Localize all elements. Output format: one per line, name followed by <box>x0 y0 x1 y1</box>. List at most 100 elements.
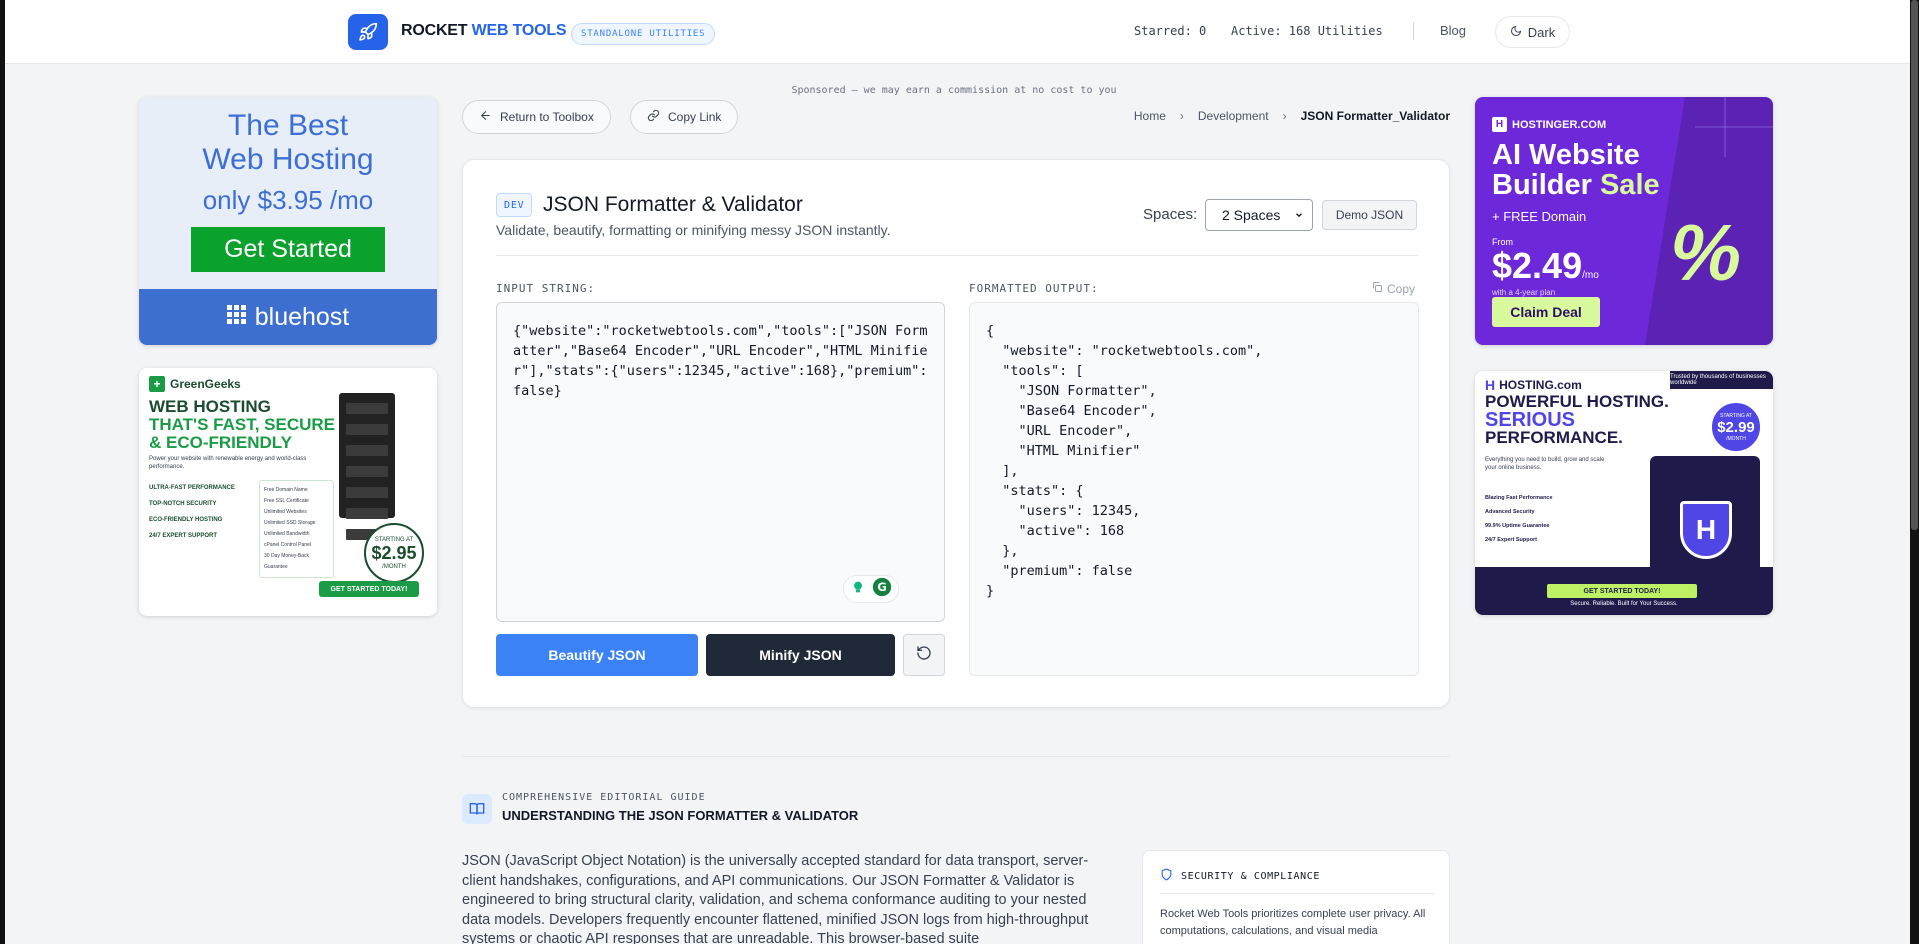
category-badge: DEV <box>496 193 533 217</box>
brand-name[interactable]: ROCKET WEB TOOLS <box>401 22 567 40</box>
security-divider <box>1160 893 1434 894</box>
scrollbar-thumb[interactable] <box>1911 0 1918 530</box>
svg-text:G: G <box>877 580 887 594</box>
book-icon <box>462 794 492 824</box>
input-label: INPUT STRING: <box>496 282 596 295</box>
greengeeks-plan-item: cPanel Control Panel <box>264 542 311 548</box>
greengeeks-plan-item: Free SSL Certificate <box>264 498 309 504</box>
grid-icon <box>226 303 247 332</box>
beautify-json-button[interactable]: Beautify JSON <box>496 634 698 676</box>
security-card: SECURITY & COMPLIANCE Rocket Web Tools p… <box>1142 850 1450 944</box>
hostingcom-brand-name: HOSTING.com <box>1499 378 1582 392</box>
security-title: SECURITY & COMPLIANCE <box>1181 870 1321 882</box>
greengeeks-brand-name: GreenGeeks <box>170 377 241 391</box>
hostingcom-features: Blazing Fast Performance Advanced Securi… <box>1485 491 1635 547</box>
greengeeks-headline-3: & ECO-FRIENDLY <box>149 433 292 452</box>
hostinger-plan: with a 4-year plan <box>1492 288 1556 297</box>
greengeeks-brand: + GreenGeeks <box>149 376 241 392</box>
greengeeks-plan-item: Unlimited Websites <box>264 509 307 515</box>
security-title-row: SECURITY & COMPLIANCE <box>1160 868 1320 884</box>
bluehost-ad[interactable]: The Best Web Hosting only $3.95 /mo Get … <box>139 97 437 345</box>
dark-mode-label: Dark <box>1527 24 1556 40</box>
copy-link-button[interactable]: Copy Link <box>630 100 739 134</box>
spaces-select[interactable]: 2 Spaces <box>1205 199 1313 231</box>
bluehost-headline: The Best Web Hosting <box>139 109 437 177</box>
hostinger-brand-name: HOSTINGER.COM <box>1512 118 1607 131</box>
tool-subtitle: Validate, beautify, formatting or minify… <box>496 222 891 238</box>
bluehost-brand: bluehost <box>254 302 350 331</box>
bluehost-headline-line1: The Best <box>227 109 349 142</box>
arrow-left-icon <box>479 109 492 125</box>
hostinger-per: /mo <box>1582 270 1599 281</box>
guide-title: UNDERSTANDING THE JSON FORMATTER & VALID… <box>502 808 859 823</box>
json-input-textarea[interactable]: {"website":"rocketwebtools.com","tools":… <box>496 302 945 622</box>
greengeeks-plan-item: Unlimited Bandwidth <box>264 531 310 537</box>
active-count: Active: 168 Utilities <box>1231 24 1383 38</box>
hostingcom-headline-3: PERFORMANCE. <box>1485 428 1623 447</box>
hostingcom-headline-2: SERIOUS <box>1485 409 1576 431</box>
tool-card: DEV JSON Formatter & Validator Validate,… <box>462 159 1450 708</box>
hostinger-headline-1: AI Website <box>1492 139 1640 171</box>
hostinger-cta-button[interactable]: Claim Deal <box>1492 297 1600 327</box>
hostinger-logo-icon: H <box>1492 117 1507 132</box>
greengeeks-plan-item: Free Domain Name <box>264 487 308 493</box>
minify-json-button[interactable]: Minify JSON <box>706 634 895 676</box>
reset-button[interactable] <box>903 634 945 676</box>
hostingcom-feature: Blazing Fast Performance <box>1485 495 1553 501</box>
breadcrumb-development[interactable]: Development <box>1198 109 1269 123</box>
return-to-toolbox-button[interactable]: Return to Toolbox <box>462 100 611 134</box>
chevron-down-icon <box>1294 207 1304 223</box>
copy-link-label: Copy Link <box>668 110 722 124</box>
greengeeks-ad[interactable]: + GreenGeeks WEB HOSTING THAT'S FAST, SE… <box>139 368 437 616</box>
hostingcom-secure-text: Secure. Reliable. Built for Your Success… <box>1570 601 1678 607</box>
hostinger-free-domain: + FREE Domain <box>1492 209 1587 224</box>
greengeeks-feature: ULTRA-FAST PERFORMANCE <box>149 485 235 491</box>
plus-icon: + <box>149 376 165 392</box>
reset-icon <box>916 645 932 666</box>
greengeeks-cta-button[interactable]: GET STARTED TODAY! <box>319 581 419 597</box>
grammarly-widget[interactable]: G <box>843 575 899 603</box>
greengeeks-price-badge: STARTING AT $2.95 /MONTH <box>364 523 424 583</box>
greengeeks-price-suffix: /MONTH <box>382 563 406 570</box>
grammarly-icon: G <box>872 577 892 602</box>
greengeeks-plan-item: 30 Day Money-Back Guarantee <box>264 553 310 570</box>
greengeeks-feature: TOP-NOTCH SECURITY <box>149 501 217 507</box>
hostingcom-cta-button[interactable]: GET STARTED TODAY! <box>1547 584 1697 598</box>
dark-mode-toggle[interactable]: Dark <box>1495 16 1570 48</box>
breadcrumb-home[interactable]: Home <box>1134 109 1166 123</box>
demo-json-button[interactable]: Demo JSON <box>1322 200 1417 230</box>
hostingcom-feature: 24/7 Expert Support <box>1485 537 1537 543</box>
server-illustration <box>339 393 395 540</box>
breadcrumb-current: JSON Formatter_Validator <box>1300 109 1450 123</box>
guide-kicker: COMPREHENSIVE EDITORIAL GUIDE <box>502 792 706 803</box>
bulb-icon <box>850 579 866 600</box>
greengeeks-price: $2.95 <box>371 542 417 563</box>
hostinger-headline-2b: Sale <box>1599 169 1660 201</box>
greengeeks-feature: 24/7 EXPERT SUPPORT <box>149 533 218 539</box>
greengeeks-headline-1: WEB HOSTING <box>149 397 271 416</box>
greengeeks-feature: ECO-FRIENDLY HOSTING <box>149 517 223 523</box>
security-body: Rocket Web Tools prioritizes complete us… <box>1160 908 1426 937</box>
greengeeks-plan-item: Unlimited SSD Storage <box>264 520 316 526</box>
greengeeks-subtext: Power your website with renewable energy… <box>149 456 307 470</box>
hostinger-ad[interactable]: H HOSTINGER.COM AI Website Builder Sale … <box>1475 97 1773 345</box>
spaces-selected-value: 2 Spaces <box>1222 207 1281 223</box>
chevron-right-icon: › <box>1179 109 1184 123</box>
hostingcom-trust-badge: Trusted by thousands of businesses world… <box>1670 371 1773 389</box>
hostingcom-brand: H HOSTING.com <box>1485 377 1582 393</box>
hostingcom-feature: 99.9% Uptime Guarantee <box>1485 523 1550 529</box>
hostinger-brand: H HOSTINGER.COM <box>1492 117 1606 132</box>
blog-link[interactable]: Blog <box>1440 23 1466 38</box>
bluehost-headline-line2: Web Hosting <box>202 143 374 176</box>
greengeeks-plan-list: Free Domain Name Free SSL Certificate Un… <box>259 480 334 578</box>
hostingcom-logo-icon: H <box>1485 377 1496 393</box>
copy-output-button[interactable]: Copy <box>1371 281 1415 296</box>
rocket-logo-icon[interactable] <box>348 14 388 50</box>
hostingcom-ad[interactable]: H HOSTING.com Trusted by thousands of bu… <box>1475 371 1773 615</box>
hostinger-headline-2: Builder Sale <box>1492 170 1660 200</box>
header-divider <box>1413 22 1414 40</box>
brand-name-part2: WEB TOOLS <box>471 22 567 39</box>
bluehost-cta-button[interactable]: Get Started <box>191 227 385 272</box>
bluehost-brand-bar: bluehost <box>139 289 437 345</box>
greengeeks-features: ULTRA-FAST PERFORMANCE TOP-NOTCH SECURIT… <box>149 480 254 544</box>
